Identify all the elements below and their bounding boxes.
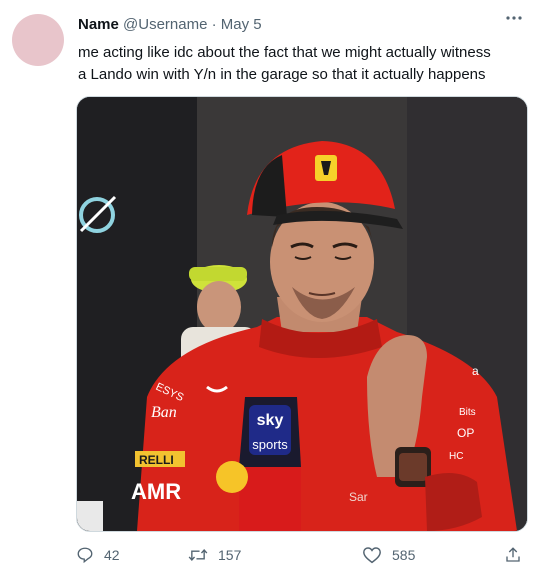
header-separator: · bbox=[211, 16, 217, 33]
retweet-button[interactable]: 157 bbox=[188, 540, 241, 570]
reply-count: 42 bbox=[104, 547, 120, 563]
like-count: 585 bbox=[392, 547, 416, 563]
suit-logo-name: Sar bbox=[349, 490, 368, 504]
suit-logo-right-bits: Bits bbox=[459, 407, 476, 418]
tweet-header: Name @Username · May 5 bbox=[78, 14, 510, 36]
more-options-icon[interactable] bbox=[504, 10, 524, 26]
reply-button[interactable]: 42 bbox=[76, 540, 120, 570]
avatar[interactable] bbox=[12, 14, 64, 66]
share-icon bbox=[506, 547, 520, 562]
suit-logo-pirelli: RELLI bbox=[139, 453, 174, 467]
suit-logo-amr: AMR bbox=[131, 479, 181, 504]
suit-logo-right-hc: HC bbox=[449, 451, 463, 462]
tweet-media-image[interactable]: sky sports ESYS Ban RELLI AMR a Bits OP … bbox=[76, 96, 528, 532]
heart-icon bbox=[363, 547, 381, 564]
like-button[interactable]: 585 bbox=[362, 540, 415, 570]
tweet-date[interactable]: May 5 bbox=[221, 16, 262, 33]
sky-sports-microphone: sky sports bbox=[239, 397, 301, 531]
suit-logo-right-op: OP bbox=[457, 426, 474, 440]
mic-brand-top: sky bbox=[257, 412, 284, 429]
tweet-text: me acting like idc about the fact that w… bbox=[78, 44, 491, 83]
reply-icon bbox=[77, 547, 93, 564]
retweet-icon bbox=[188, 548, 208, 562]
author-handle[interactable]: @Username bbox=[123, 16, 207, 33]
suit-logo-right-top: a bbox=[472, 364, 479, 378]
author-name[interactable]: Name bbox=[78, 16, 119, 33]
tweet-card[interactable]: Name @Username · May 5 me acting like id… bbox=[0, 0, 540, 578]
action-bar: 42 157 585 bbox=[76, 540, 526, 570]
mic-brand-bottom: sports bbox=[252, 437, 288, 452]
suit-logo-ban: Ban bbox=[151, 404, 177, 421]
retweet-count: 157 bbox=[218, 547, 242, 563]
share-button[interactable] bbox=[504, 540, 532, 570]
